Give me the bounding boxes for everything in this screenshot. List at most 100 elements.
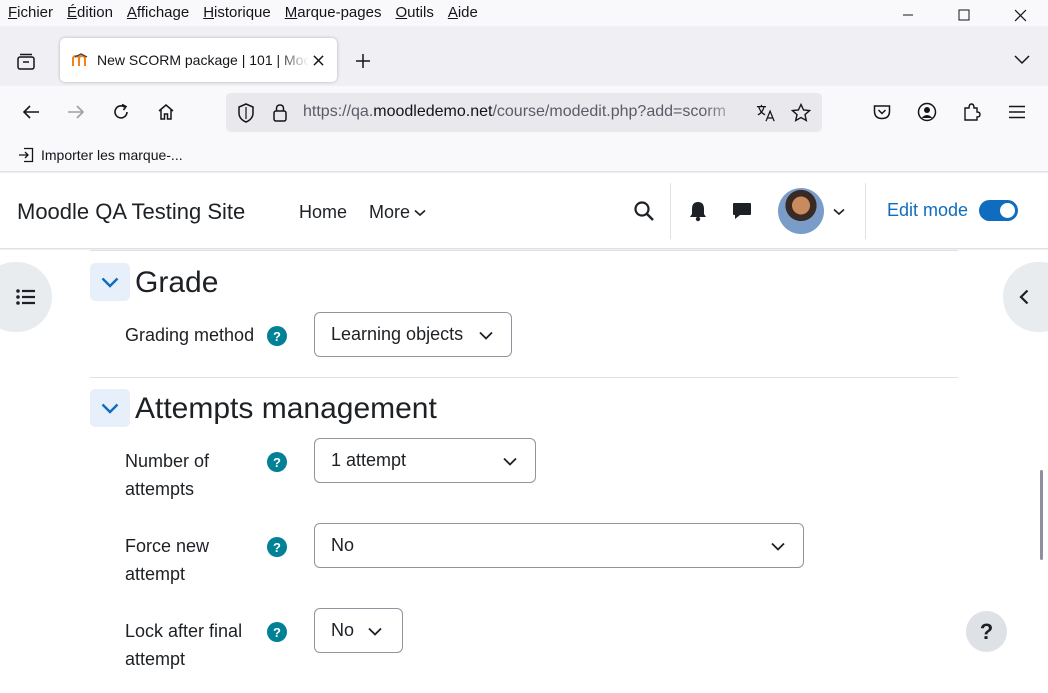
menu-aide[interactable]: Aide bbox=[441, 2, 485, 24]
pocket-icon bbox=[873, 105, 891, 120]
account-icon bbox=[917, 102, 937, 122]
header-divider bbox=[670, 183, 671, 239]
home-button[interactable] bbox=[152, 98, 180, 126]
translate-icon[interactable] bbox=[756, 103, 776, 123]
menu-fichier[interactable]: Fichier bbox=[0, 2, 60, 24]
page-scrollbar[interactable] bbox=[1040, 470, 1043, 560]
list-all-tabs-button[interactable] bbox=[1010, 48, 1034, 72]
divider bbox=[90, 250, 958, 251]
plus-icon bbox=[356, 54, 370, 68]
menu-affichage[interactable]: Affichage bbox=[120, 2, 196, 24]
menu-outils[interactable]: Outils bbox=[388, 2, 440, 24]
minimize-icon bbox=[903, 14, 913, 16]
lock-icon[interactable] bbox=[270, 103, 290, 123]
force-new-attempt-select[interactable]: No bbox=[314, 523, 804, 568]
navigation-toolbar: https://qa.moodledemo.net/course/modedit… bbox=[0, 86, 1048, 138]
menu-edition[interactable]: Édition bbox=[60, 2, 120, 24]
help-icon[interactable]: ? bbox=[267, 537, 287, 557]
tab-strip: New SCORM package | 101 | Moodle QA Test… bbox=[0, 26, 1048, 86]
chevron-down-icon bbox=[366, 622, 384, 640]
number-of-attempts-value: 1 attempt bbox=[331, 450, 407, 470]
attempts-section-title: Attempts management bbox=[135, 392, 437, 425]
menu-marque-pages[interactable]: Marque-pages bbox=[278, 2, 389, 24]
import-bookmarks-label: Importer les marque-... bbox=[41, 147, 183, 163]
new-tab-button[interactable] bbox=[350, 48, 376, 74]
bell-icon[interactable] bbox=[685, 198, 711, 224]
nav-more-label: More bbox=[369, 202, 411, 222]
bookmark-star-icon[interactable] bbox=[791, 103, 811, 123]
search-icon[interactable] bbox=[631, 198, 657, 224]
firefox-view-icon bbox=[17, 53, 35, 70]
lock-after-final-attempt-label: Lock after final attempt bbox=[125, 621, 243, 669]
course-index-drawer-toggle[interactable] bbox=[0, 262, 52, 332]
tracking-protection-shield-icon[interactable] bbox=[236, 103, 256, 123]
toggle-knob bbox=[1000, 203, 1015, 218]
back-button[interactable] bbox=[17, 98, 45, 126]
number-of-attempts-label: Number of attempts bbox=[125, 451, 210, 499]
force-new-attempt-value: No bbox=[331, 535, 355, 555]
help-icon[interactable]: ? bbox=[267, 326, 287, 346]
lock-after-final-attempt-value: No bbox=[331, 620, 355, 640]
page-content: Grade Grading method ? Learning objects … bbox=[0, 250, 1048, 693]
number-of-attempts-select[interactable]: 1 attempt bbox=[314, 438, 536, 483]
chevron-down-icon bbox=[414, 209, 426, 217]
list-icon bbox=[16, 289, 35, 305]
force-new-attempt-label: Force new attempt bbox=[125, 536, 210, 584]
nav-more-dropdown[interactable]: More bbox=[369, 202, 426, 223]
chevron-down-icon[interactable] bbox=[831, 204, 847, 220]
attempts-section-collapse-button[interactable] bbox=[90, 389, 130, 427]
forward-button[interactable] bbox=[62, 98, 90, 126]
lock-after-final-attempt-select[interactable]: No bbox=[314, 608, 403, 653]
close-icon bbox=[1014, 9, 1026, 21]
moodle-logo-icon bbox=[72, 51, 90, 69]
chevron-down-icon bbox=[101, 277, 119, 288]
account-button[interactable] bbox=[913, 98, 941, 126]
header-divider bbox=[865, 183, 866, 239]
arrow-left-icon bbox=[22, 105, 39, 119]
maximize-icon bbox=[958, 9, 970, 21]
chevron-down-icon bbox=[101, 403, 119, 414]
address-bar[interactable]: https://qa.moodledemo.net/course/modedit… bbox=[226, 93, 822, 132]
edit-mode-toggle[interactable] bbox=[979, 200, 1018, 221]
nav-home-link[interactable]: Home bbox=[299, 202, 347, 223]
chevron-down-icon bbox=[501, 452, 519, 470]
help-button[interactable]: ? bbox=[966, 611, 1007, 652]
import-icon bbox=[17, 146, 35, 164]
tab-title: New SCORM package | 101 | Moodle QA Test… bbox=[97, 52, 309, 68]
arrow-right-icon bbox=[68, 105, 85, 119]
url-text[interactable]: https://qa.moodledemo.net/course/modedit… bbox=[303, 103, 747, 121]
grading-method-value: Learning objects bbox=[331, 324, 464, 344]
chevron-left-icon bbox=[1019, 289, 1029, 305]
site-name[interactable]: Moodle QA Testing Site bbox=[17, 199, 245, 225]
chevron-down-icon bbox=[1014, 55, 1030, 65]
chevron-down-icon bbox=[769, 537, 787, 555]
extensions-button[interactable] bbox=[958, 98, 986, 126]
grading-method-label: Grading method bbox=[125, 325, 255, 345]
tab-active[interactable]: New SCORM package | 101 | Moodle QA Test… bbox=[60, 38, 337, 82]
hamburger-menu-icon bbox=[1009, 105, 1025, 119]
app-menu-button[interactable] bbox=[1003, 98, 1031, 126]
moodle-navbar: Moodle QA Testing Site Home More Edit mo… bbox=[0, 173, 1048, 249]
reload-icon bbox=[114, 103, 128, 119]
menu-historique[interactable]: Historique bbox=[196, 2, 278, 24]
help-icon[interactable]: ? bbox=[267, 452, 287, 472]
grading-method-select[interactable]: Learning objects bbox=[314, 312, 512, 357]
import-bookmarks-item[interactable]: Importer les marque-... bbox=[17, 146, 183, 164]
bookmarks-toolbar: Importer les marque-... bbox=[0, 138, 1048, 172]
chevron-down-icon bbox=[477, 326, 495, 344]
chat-icon[interactable] bbox=[729, 198, 755, 224]
help-icon[interactable]: ? bbox=[267, 622, 287, 642]
grade-section-title: Grade bbox=[135, 266, 219, 299]
tab-close-button[interactable] bbox=[309, 51, 327, 69]
grade-section-collapse-button[interactable] bbox=[90, 263, 130, 301]
home-icon bbox=[158, 104, 174, 120]
puzzle-icon bbox=[964, 103, 981, 121]
pocket-button[interactable] bbox=[868, 98, 896, 126]
block-drawer-toggle[interactable] bbox=[1003, 262, 1048, 332]
user-avatar[interactable] bbox=[778, 188, 824, 234]
firefox-view-button[interactable] bbox=[12, 48, 40, 76]
edit-mode-label[interactable]: Edit mode bbox=[887, 200, 968, 221]
close-icon bbox=[312, 54, 324, 66]
reload-button[interactable] bbox=[107, 98, 135, 126]
section-divider bbox=[90, 377, 958, 378]
